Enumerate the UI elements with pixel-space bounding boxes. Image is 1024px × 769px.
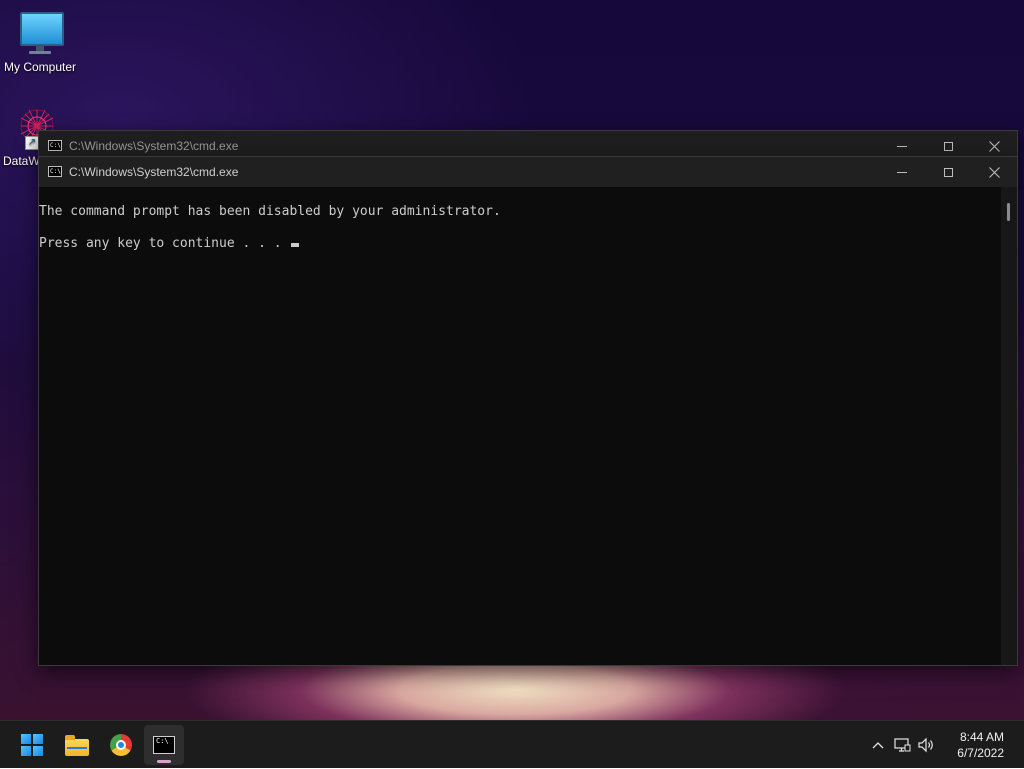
- close-button[interactable]: [971, 157, 1017, 187]
- maximize-icon: [943, 167, 953, 177]
- text-cursor: [291, 243, 300, 247]
- cmd-icon: C:\: [48, 166, 62, 177]
- taskbar-chrome[interactable]: [101, 725, 141, 765]
- maximize-icon: [943, 141, 953, 151]
- chrome-icon: [110, 734, 132, 756]
- clock[interactable]: 8:44 AM 6/7/2022: [957, 729, 1004, 761]
- volume-icon: [918, 737, 933, 753]
- system-tray: [866, 721, 938, 769]
- console-line: Press any key to continue . . .: [39, 236, 290, 251]
- taskbar-cmd[interactable]: C:\: [144, 725, 184, 765]
- show-hidden-icons-button[interactable]: [866, 733, 890, 757]
- network-button[interactable]: [890, 733, 914, 757]
- scrollbar-thumb[interactable]: [1007, 203, 1010, 221]
- taskbar: C:\ 8:44 AM 6/7/2022: [0, 720, 1024, 768]
- network-icon: [894, 738, 911, 752]
- active-app-indicator: [157, 760, 171, 763]
- start-button[interactable]: [12, 725, 52, 765]
- cmd-window[interactable]: C:\ C:\Windows\System32\cmd.exe The comm…: [38, 156, 1018, 666]
- close-icon: [988, 166, 1000, 178]
- cmd-icon: C:\: [153, 736, 175, 754]
- shortcut-arrow-icon: ↗: [25, 136, 39, 150]
- console-line: The command prompt has been disabled by …: [39, 204, 501, 219]
- taskbar-file-explorer[interactable]: [57, 725, 97, 765]
- close-icon: [988, 140, 1000, 152]
- windows-logo-icon: [21, 734, 43, 756]
- chevron-up-icon: [872, 742, 884, 749]
- minimize-icon: [897, 171, 907, 173]
- minimize-button[interactable]: [879, 157, 925, 187]
- window-title: C:\Windows\System32\cmd.exe: [69, 165, 239, 179]
- vertical-scrollbar[interactable]: [1001, 187, 1017, 665]
- console-output[interactable]: The command prompt has been disabled by …: [39, 187, 1017, 665]
- console-line-prompt: Press any key to continue . . .: [39, 236, 300, 251]
- folder-icon: [65, 734, 89, 756]
- clock-date: 6/7/2022: [957, 746, 1004, 760]
- desktop: My Computer ↗ DataW C:\ C:\Windows\Syste…: [0, 0, 1024, 720]
- window-title: C:\Windows\System32\cmd.exe: [69, 139, 239, 153]
- title-bar[interactable]: C:\ C:\Windows\System32\cmd.exe: [39, 157, 1017, 187]
- desktop-icon-my-computer[interactable]: My Computer: [0, 10, 80, 74]
- monitor-icon: [16, 10, 64, 58]
- maximize-button[interactable]: [925, 157, 971, 187]
- clock-time: 8:44 AM: [959, 730, 1004, 744]
- desktop-icon-label: My Computer: [3, 60, 77, 74]
- volume-button[interactable]: [914, 733, 938, 757]
- minimize-icon: [897, 145, 907, 147]
- cmd-icon: C:\: [48, 140, 62, 151]
